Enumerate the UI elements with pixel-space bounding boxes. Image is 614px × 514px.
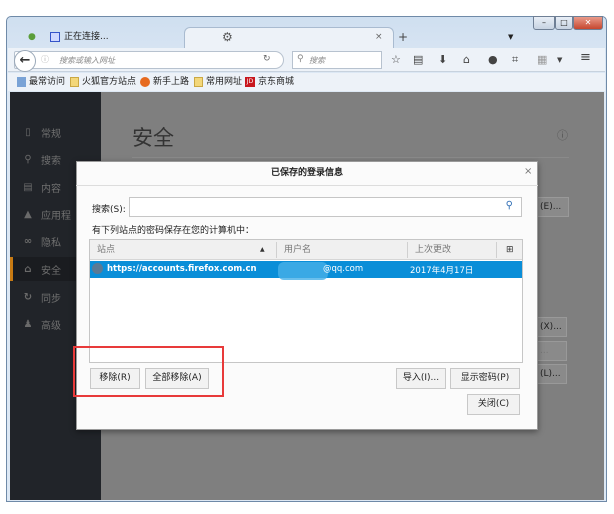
logins-search-input[interactable]: ⚲ bbox=[129, 197, 522, 217]
minimize-button[interactable]: – bbox=[533, 16, 555, 30]
description-text: 有下列站点的密码保存在您的计算机中： bbox=[92, 226, 255, 236]
maximize-button[interactable]: □ bbox=[555, 16, 573, 30]
column-site[interactable]: 站点 bbox=[97, 240, 115, 260]
row-username: @qq.com bbox=[323, 264, 364, 274]
paw-icon bbox=[50, 32, 60, 42]
crop-icon[interactable]: ⌗ bbox=[512, 53, 518, 67]
column-picker-icon[interactable]: ⊞ bbox=[506, 240, 514, 260]
dialog-close-icon[interactable]: × bbox=[524, 166, 532, 177]
bookmark-common-sites[interactable]: 常用网址 bbox=[194, 76, 242, 88]
sidebar-item-label: 安全 bbox=[41, 265, 61, 277]
column-separator[interactable] bbox=[496, 242, 497, 258]
info-icon: ⓘ bbox=[41, 55, 49, 64]
sort-ascending-icon: ▲ bbox=[260, 246, 265, 253]
close-button[interactable]: 关闭(C) bbox=[467, 394, 520, 415]
dropdown-chevron-icon[interactable]: ▼ bbox=[557, 56, 562, 64]
column-last-changed[interactable]: 上次更改 bbox=[415, 240, 451, 260]
close-tab-icon[interactable]: × bbox=[375, 28, 383, 48]
reading-list-icon[interactable]: ▤ bbox=[413, 53, 423, 66]
applications-icon: ▲ bbox=[24, 208, 32, 220]
back-button[interactable]: ← bbox=[14, 50, 36, 72]
url-placeholder: 搜索或输入网址 bbox=[59, 56, 115, 65]
column-username[interactable]: 用户名 bbox=[284, 240, 311, 260]
new-tab-icon[interactable]: + bbox=[398, 28, 408, 48]
exceptions-button[interactable]: (E)... bbox=[537, 197, 569, 217]
advanced-icon: ♟ bbox=[23, 318, 33, 330]
reload-icon[interactable]: ↻ bbox=[263, 54, 271, 64]
jd-icon: JD bbox=[245, 77, 255, 87]
bookmark-jd[interactable]: JD 京东商城 bbox=[245, 76, 294, 88]
divider bbox=[132, 157, 569, 158]
content-icon: ▤ bbox=[23, 181, 33, 193]
column-separator[interactable] bbox=[276, 242, 277, 258]
background-button[interactable]: ... bbox=[537, 341, 567, 361]
background-button[interactable]: (X)... bbox=[537, 317, 567, 337]
url-bar[interactable]: ⓘ 搜索或输入网址 ↻ bbox=[14, 51, 284, 69]
sidebar-item-label: 搜索 bbox=[41, 155, 61, 167]
highlight-annotation bbox=[73, 346, 224, 397]
search-label: 搜索(S): bbox=[92, 205, 126, 215]
import-button[interactable]: 导入(I)... bbox=[396, 368, 446, 389]
close-window-button[interactable]: ✕ bbox=[573, 16, 603, 30]
privacy-mask-icon: ∞ bbox=[23, 235, 33, 247]
bookmark-most-visited[interactable]: 最常访问 bbox=[17, 76, 65, 88]
row-site: https://accounts.firefox.com.cn bbox=[107, 264, 257, 274]
column-separator[interactable] bbox=[407, 242, 408, 258]
sidebar-item-general[interactable]: ▯ 常规 bbox=[10, 120, 101, 144]
globe-icon bbox=[92, 263, 103, 274]
bookmark-label: 新手上路 bbox=[153, 77, 190, 87]
firefox-icon bbox=[140, 77, 150, 87]
sidebar-item-label: 应用程 bbox=[41, 210, 71, 222]
saved-logins-button[interactable]: (L)... bbox=[537, 364, 567, 384]
sidebar-item-label: 高级 bbox=[41, 320, 61, 332]
help-icon[interactable]: ⓘ bbox=[557, 127, 568, 143]
menu-icon[interactable]: ≡ bbox=[580, 50, 591, 65]
sidebar-item-label: 隐私 bbox=[41, 237, 61, 249]
bookmark-label: 火狐官方站点 bbox=[82, 77, 137, 87]
search-icon: ⚲ bbox=[505, 200, 513, 211]
page-title: 安全 bbox=[132, 126, 174, 150]
wechat-icon[interactable]: ● bbox=[28, 28, 36, 48]
bookmark-label: 常用网址 bbox=[206, 77, 243, 87]
sidebar-item-label: 内容 bbox=[41, 183, 61, 195]
folder-icon bbox=[70, 77, 79, 87]
bookmark-label: 最常访问 bbox=[29, 77, 66, 87]
home-icon[interactable]: ⌂ bbox=[463, 53, 470, 66]
chat-icon[interactable]: ● bbox=[488, 53, 498, 66]
search-icon: ⚲ bbox=[297, 54, 304, 64]
bookmark-firefox-official[interactable]: 火狐官方站点 bbox=[70, 76, 136, 88]
bookmark-page-icon bbox=[17, 77, 26, 87]
general-icon: ▯ bbox=[25, 126, 31, 138]
dialog-title: 已保存的登录信息 bbox=[76, 161, 538, 186]
bookmark-getting-started[interactable]: 新手上路 bbox=[140, 76, 189, 88]
search-icon: ⚲ bbox=[24, 153, 32, 165]
lock-icon: ⌂ bbox=[24, 263, 32, 275]
search-placeholder: 搜索 bbox=[309, 56, 325, 65]
folder-icon bbox=[194, 77, 203, 87]
bookmark-label: 京东商城 bbox=[258, 77, 295, 87]
download-icon[interactable]: ⬇ bbox=[438, 53, 447, 66]
grid-icon[interactable]: ▦ bbox=[537, 53, 547, 66]
bookmark-star-icon[interactable]: ☆ bbox=[391, 53, 401, 66]
gear-icon: ⚙ bbox=[222, 30, 233, 44]
show-passwords-button[interactable]: 显示密码(P) bbox=[450, 368, 520, 389]
row-last-changed: 2017年4月17日 bbox=[410, 266, 474, 276]
table-row[interactable]: https://accounts.firefox.com.cn @qq.com … bbox=[90, 261, 522, 280]
tab-list-chevron-icon[interactable]: ▼ bbox=[508, 28, 513, 48]
tab-label: 正在连接... bbox=[64, 32, 109, 42]
tab-settings[interactable] bbox=[184, 27, 394, 49]
sidebar-item-label: 常规 bbox=[41, 128, 61, 140]
username-blur bbox=[278, 262, 328, 280]
sidebar-item-label: 同步 bbox=[41, 293, 61, 305]
search-bar[interactable]: ⚲ 搜索 bbox=[292, 51, 382, 69]
sync-icon: ↻ bbox=[23, 291, 33, 303]
